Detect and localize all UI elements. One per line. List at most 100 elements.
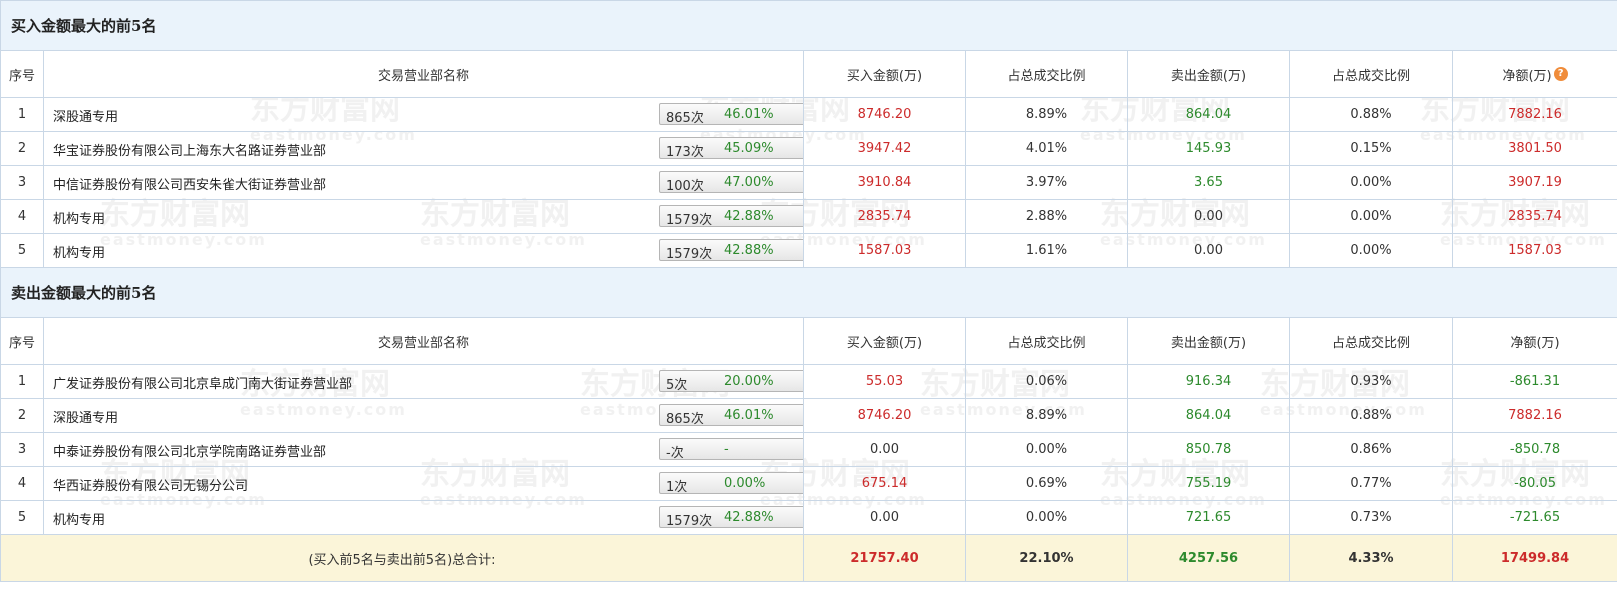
- branch-name[interactable]: 机构专用: [53, 242, 105, 261]
- buy-ratio: 1.61%: [965, 233, 1128, 268]
- total-sell-pct: 4.33%: [1289, 534, 1453, 582]
- table-row: 3 中泰证券股份有限公司北京学院南路证券营业部 -次 - 0.00 0.00% 850.78…: [0, 432, 1617, 467]
- buy-rows: 1深股通专用865次46.01%?8746.208.89%864.040.88%…: [0, 97, 1617, 268]
- success-rate: 46.01%: [724, 408, 774, 423]
- sell-ratio: 0.00%: [1289, 199, 1453, 234]
- branch-cell: 深股通专用 865次46.01%?: [43, 97, 804, 132]
- row-index: 1: [0, 97, 44, 132]
- sell-amount: 916.34: [1127, 364, 1290, 399]
- branch-name[interactable]: 机构专用: [53, 509, 105, 528]
- branch-name[interactable]: 中信证券股份有限公司西安朱雀大街证券营业部: [53, 174, 326, 193]
- buy-ratio: 4.01%: [965, 131, 1128, 166]
- net-amount: -80.05: [1451, 466, 1617, 501]
- col-buy-pct: 占总成交比例: [965, 317, 1128, 365]
- success-rate-box[interactable]: 100次 47.00%: [659, 171, 803, 194]
- total-sell: 4257.56: [1127, 534, 1290, 582]
- sell-section-title: 卖出金额最大的前5名: [0, 267, 1617, 318]
- sell-amount: 864.04: [1127, 398, 1290, 433]
- success-rate-box[interactable]: 865次 46.01%: [659, 404, 803, 427]
- dragon-tiger-table: 买入金额最大的前5名 序号 交易营业部名称 买入金额(万) 占总成交比例 卖出金…: [0, 0, 1617, 582]
- col-sell-pct: 占总成交比例: [1289, 317, 1453, 365]
- trade-count: 100次: [666, 179, 704, 194]
- branch-cell: 深股通专用 865次 46.01%: [43, 398, 804, 433]
- success-rate-box[interactable]: 865次46.01%?: [659, 103, 803, 126]
- branch-name[interactable]: 中泰证券股份有限公司北京学院南路证券营业部: [53, 441, 326, 460]
- sell-ratio: 0.88%: [1289, 97, 1453, 132]
- sell-amount: 0.00: [1127, 199, 1290, 234]
- net-amount: 3907.19: [1451, 165, 1617, 200]
- success-rate-box[interactable]: 5次20.00%?: [659, 370, 803, 393]
- table-row: 5 机构专用 1579次 42.88% 1587.03 1.61% 0.00 0.00% 158…: [0, 233, 1617, 268]
- sell-amount: 145.93: [1127, 131, 1290, 166]
- total-row: (买入前5名与卖出前5名)总合计: 21757.40 22.10% 4257.5…: [0, 534, 1617, 582]
- trade-count: 1579次: [666, 247, 713, 262]
- success-rate-box[interactable]: 1579次 42.88%: [659, 239, 803, 262]
- success-rate-box[interactable]: 1次 0.00%: [659, 472, 803, 495]
- success-rate: 46.01%: [724, 107, 774, 122]
- row-index: 2: [0, 131, 44, 166]
- col-idx: 序号: [0, 50, 44, 98]
- trade-count: 1次: [666, 480, 688, 495]
- buy-amount: 55.03: [803, 364, 966, 399]
- branch-name[interactable]: 华宝证券股份有限公司上海东大名路证券营业部: [53, 140, 326, 159]
- branch-name[interactable]: 机构专用: [53, 208, 105, 227]
- sell-rows: 1 广发证券股份有限公司北京阜成门南大街证券营业部 5次20.00%?55.03 0.…: [0, 364, 1617, 535]
- sell-ratio: 0.77%: [1289, 466, 1453, 501]
- table-row: 3 中信证券股份有限公司西安朱雀大街证券营业部 100次 47.00% 3910.84 3…: [0, 165, 1617, 200]
- col-buy-pct: 占总成交比例: [965, 50, 1128, 98]
- success-rate: 45.09%: [724, 141, 774, 156]
- success-rate: 20.00%: [724, 374, 774, 389]
- sell-ratio: 0.86%: [1289, 432, 1453, 467]
- sell-amount: 755.19: [1127, 466, 1290, 501]
- row-index: 1: [0, 364, 44, 399]
- branch-cell: 华西证券股份有限公司无锡分公司 1次 0.00%: [43, 466, 804, 501]
- col-net-label: 净额(万): [1502, 68, 1552, 84]
- sell-ratio: 0.93%: [1289, 364, 1453, 399]
- net-amount: 1587.03: [1451, 233, 1617, 268]
- row-index: 5: [0, 500, 44, 535]
- col-name: 交易营业部名称: [43, 317, 804, 365]
- row-index: 3: [0, 165, 44, 200]
- buy-ratio: 8.89%: [965, 97, 1128, 132]
- branch-cell: 机构专用 1579次 42.88%: [43, 233, 804, 268]
- branch-name[interactable]: 广发证券股份有限公司北京阜成门南大街证券营业部: [53, 373, 352, 392]
- branch-cell: 广发证券股份有限公司北京阜成门南大街证券营业部 5次20.00%?: [43, 364, 804, 399]
- buy-section-title: 买入金额最大的前5名: [0, 0, 1617, 51]
- trade-count: 1579次: [666, 514, 713, 529]
- col-name: 交易营业部名称: [43, 50, 804, 98]
- buy-amount: 2835.74: [803, 199, 966, 234]
- total-buy: 21757.40: [803, 534, 966, 582]
- total-buy-pct: 22.10%: [965, 534, 1128, 582]
- success-rate-box[interactable]: -次 -: [659, 438, 803, 461]
- branch-cell: 中泰证券股份有限公司北京学院南路证券营业部 -次 -: [43, 432, 804, 467]
- success-rate: 47.00%: [724, 175, 774, 190]
- sell-amount: 850.78: [1127, 432, 1290, 467]
- help-icon[interactable]: ?: [1553, 66, 1568, 81]
- table-row: 1 广发证券股份有限公司北京阜成门南大街证券营业部 5次20.00%?55.03 0.…: [0, 364, 1617, 399]
- success-rate-box[interactable]: 1579次 42.88%: [659, 205, 803, 228]
- row-index: 4: [0, 199, 44, 234]
- branch-name[interactable]: 深股通专用: [53, 106, 118, 125]
- trade-count: 1579次: [666, 213, 713, 228]
- trade-count: 173次: [666, 145, 704, 160]
- col-sell: 卖出金额(万): [1127, 50, 1290, 98]
- table-row: 2 深股通专用 865次 46.01% 8746.20 8.89% 864.04 0.88% 7…: [0, 398, 1617, 433]
- col-sell-pct: 占总成交比例: [1289, 50, 1453, 98]
- net-amount: -861.31: [1451, 364, 1617, 399]
- success-rate-box[interactable]: 173次 45.09%: [659, 137, 803, 160]
- net-amount: 7882.16: [1451, 398, 1617, 433]
- branch-name[interactable]: 华西证券股份有限公司无锡分公司: [53, 475, 248, 494]
- branch-cell: 华宝证券股份有限公司上海东大名路证券营业部 173次 45.09%: [43, 131, 804, 166]
- success-rate: 42.88%: [724, 243, 774, 258]
- success-rate: 42.88%: [724, 510, 774, 525]
- sell-ratio: 0.15%: [1289, 131, 1453, 166]
- sell-amount: 0.00: [1127, 233, 1290, 268]
- success-rate: 42.88%: [724, 209, 774, 224]
- success-rate: -: [724, 442, 729, 457]
- buy-amount: 3947.42: [803, 131, 966, 166]
- sell-ratio: 0.73%: [1289, 500, 1453, 535]
- trade-count: 865次: [666, 412, 704, 427]
- branch-name[interactable]: 深股通专用: [53, 407, 118, 426]
- success-rate-box[interactable]: 1579次 42.88%: [659, 506, 803, 529]
- net-amount: -850.78: [1451, 432, 1617, 467]
